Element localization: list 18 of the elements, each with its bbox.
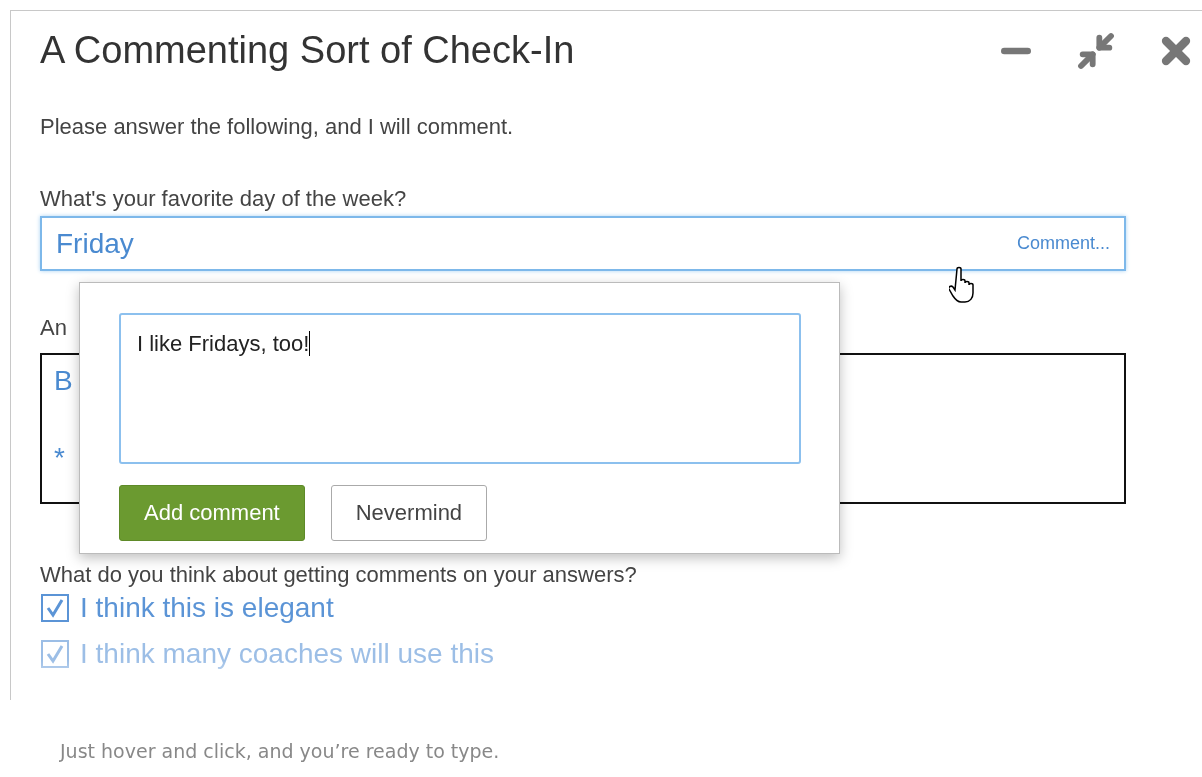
collapse-arrows-icon[interactable] [1076,30,1116,71]
answer-text: * [54,442,66,474]
question-label: What's your favorite day of the week? [40,186,408,212]
caption-text: Just hover and click, and you’re ready to type. [60,740,501,762]
question-label: An [40,315,68,341]
add-comment-button[interactable]: Add comment [119,485,305,541]
comment-input[interactable]: I like Fridays, too! [119,313,801,464]
cancel-button[interactable]: Nevermind [330,485,488,541]
option-label: I think this is elegant [80,592,334,624]
question-label: What do you think about getting comments on your answers? [40,562,638,588]
answer-text: Friday [56,227,134,260]
answer-text: B [54,365,74,397]
intro-text: Please answer the following, and I will comment. [40,114,515,140]
answer-field[interactable]: Friday Comment... [40,216,1126,271]
window-title: A Commenting Sort of Check-In [40,29,575,72]
checkbox[interactable] [40,593,70,623]
option-label: I think many coaches will use this [80,638,494,670]
comment-link[interactable]: Comment... [1016,233,1110,254]
